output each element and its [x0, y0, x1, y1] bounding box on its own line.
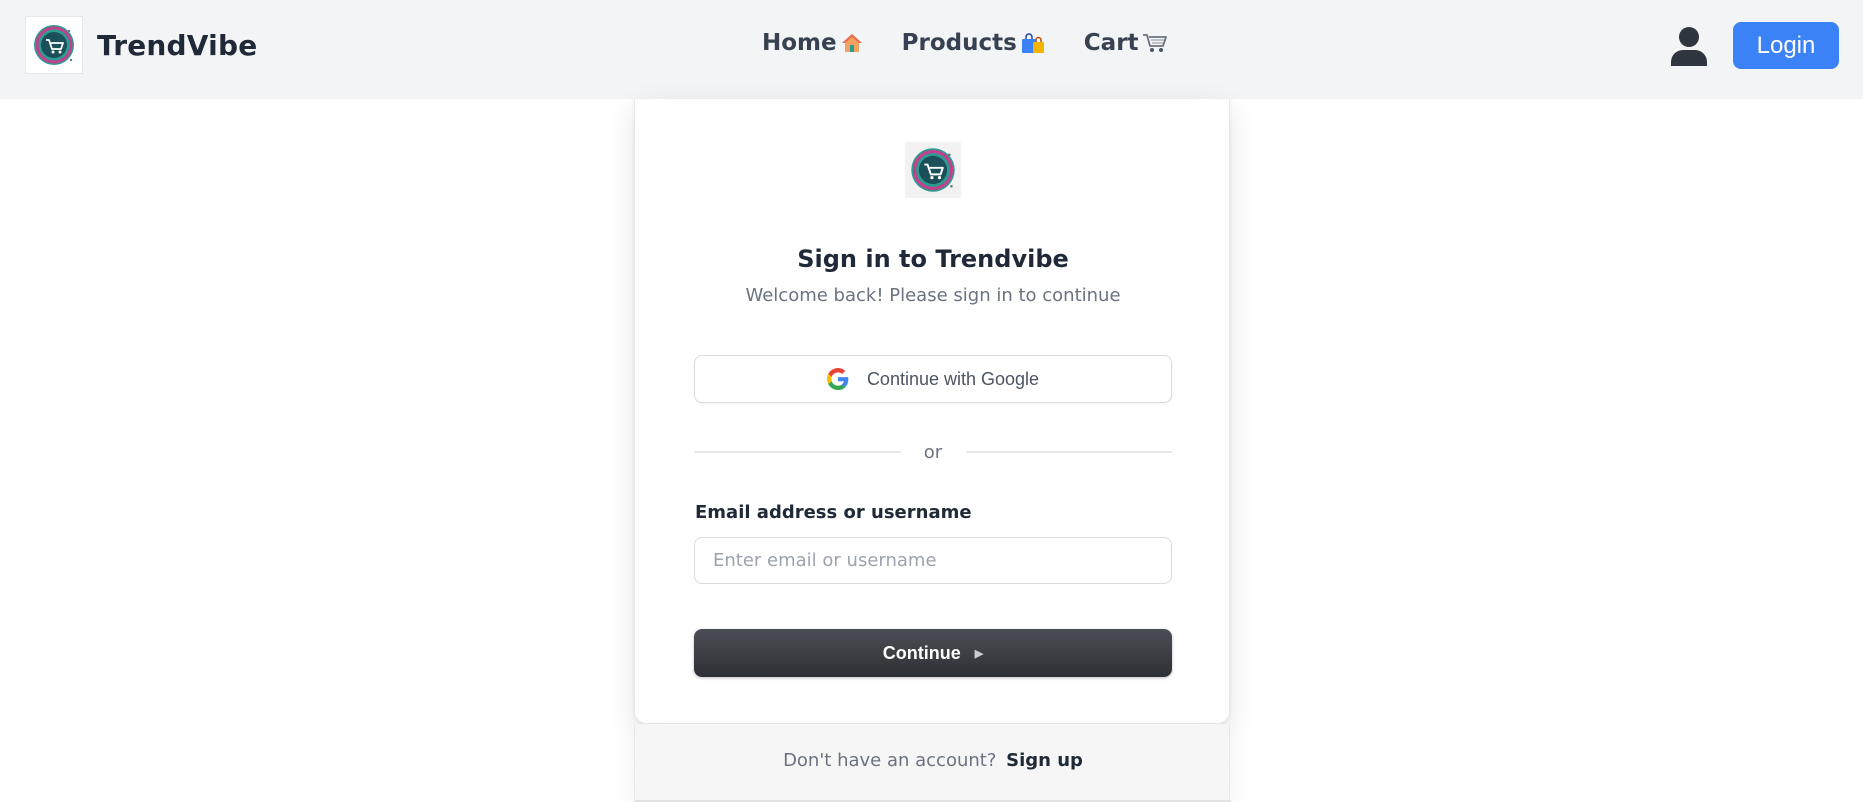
sign-up-prompt: Don't have an account? [783, 750, 997, 771]
sign-up-footer: Don't have an account? Sign up [634, 724, 1231, 802]
continue-with-google-button[interactable]: Continue with Google [694, 355, 1172, 403]
sign-up-prompt-row: Don't have an account? Sign up [635, 750, 1231, 771]
top-navbar: TrendVibe Home Products Cart Login [0, 0, 1863, 99]
nav-item-products[interactable]: Products [902, 30, 1046, 56]
email-field[interactable] [694, 537, 1172, 584]
sign-up-link[interactable]: Sign up [1006, 750, 1083, 771]
nav-item-label: Home [762, 30, 837, 56]
nav-item-cart[interactable]: Cart [1084, 30, 1168, 56]
nav-item-home[interactable]: Home [762, 30, 864, 56]
cart-icon [1142, 34, 1167, 52]
continue-button[interactable]: Continue ▶ [694, 629, 1172, 677]
trendvibe-logo-icon [34, 25, 74, 65]
shopping-bags-icon [1021, 33, 1044, 53]
or-divider: or [694, 440, 1172, 464]
page-title: Sign in to Trendvibe [797, 245, 1069, 273]
page-subtitle: Welcome back! Please sign in to continue [745, 285, 1121, 306]
divider-line-right [965, 451, 1172, 453]
brand-logo[interactable] [25, 16, 83, 74]
house-icon [841, 34, 862, 52]
card-logo [905, 142, 961, 198]
user-icon[interactable] [1670, 26, 1708, 66]
nav-item-label: Cart [1083, 30, 1139, 56]
trendvibe-logo-icon [911, 148, 955, 192]
brand-name[interactable]: TrendVibe [97, 29, 257, 62]
sign-in-card: Sign in to Trendvibe Welcome back! Pleas… [634, 99, 1230, 724]
google-icon [826, 368, 849, 390]
divider-text: or [923, 441, 943, 463]
continue-button-label: Continue [882, 642, 961, 663]
brand[interactable]: TrendVibe [25, 16, 257, 74]
nav-item-label: Products [901, 30, 1017, 56]
play-arrow-icon: ▶ [974, 647, 984, 660]
main-nav: Home Products Cart [762, 30, 1168, 56]
google-button-label: Continue with Google [866, 368, 1040, 389]
divider-line-left [694, 451, 901, 453]
login-button[interactable]: Login [1733, 22, 1839, 69]
email-field-label: Email address or username [695, 502, 972, 523]
